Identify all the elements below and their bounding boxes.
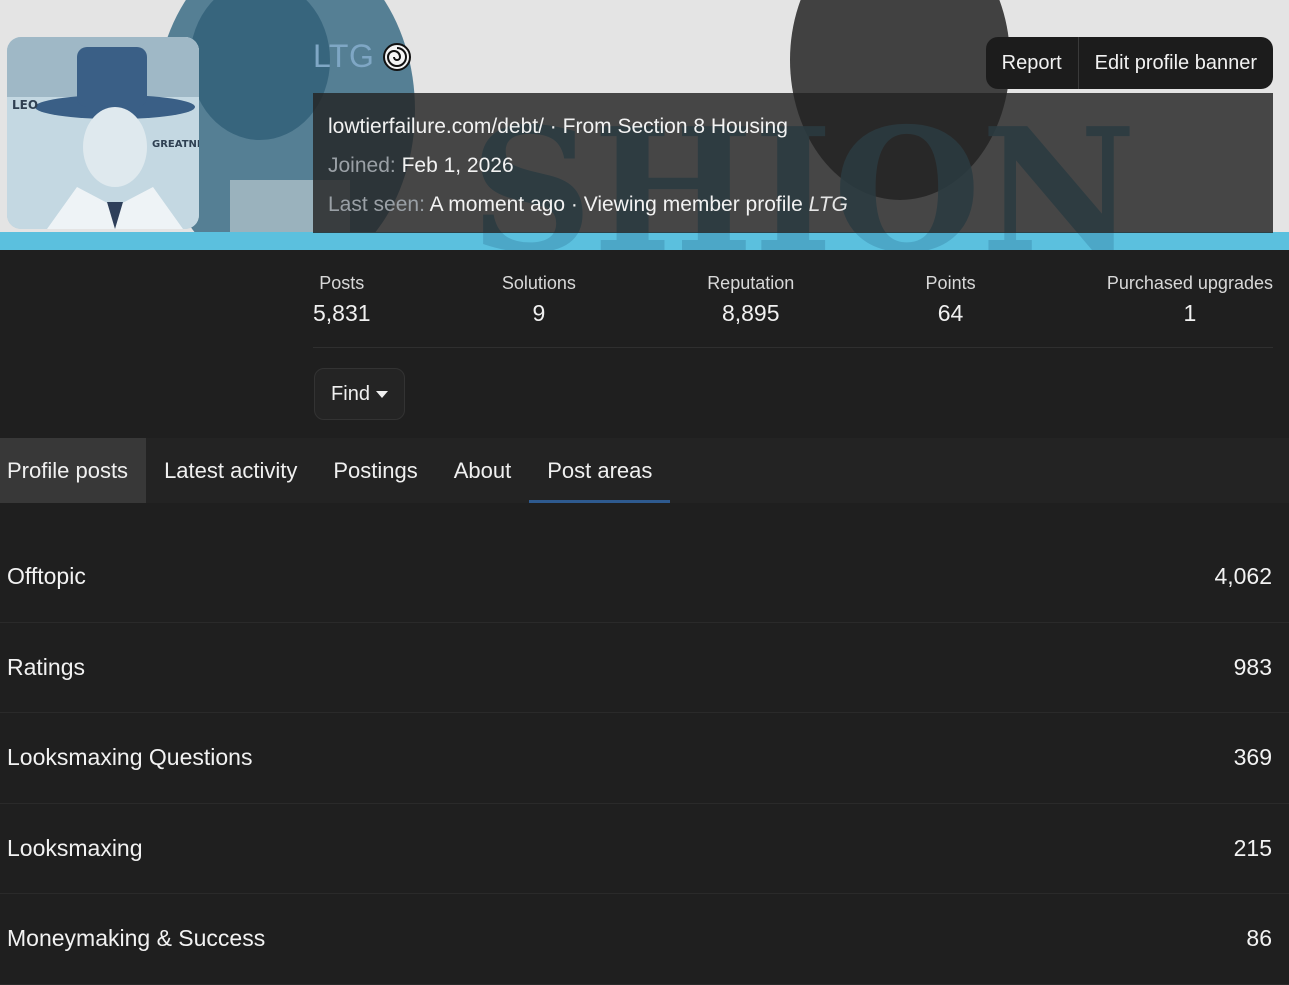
tab-about[interactable]: About [436,438,530,503]
profile-tabs: Profile posts Latest activity Postings A… [0,438,1289,503]
stat-label: Posts [319,273,365,293]
area-name: Offtopic [7,563,86,590]
banner-action-group: Report Edit profile banner [985,37,1273,89]
area-name: Moneymaking & Success [7,925,266,952]
stat-solutions[interactable]: Solutions 9 [502,262,576,347]
stat-value: 8,895 [721,300,780,326]
area-count: 86 [1246,925,1272,952]
stat-points[interactable]: Points 64 [926,262,976,347]
list-item[interactable]: Looksmaxing Questions 369 [0,713,1289,804]
tab-latest-activity[interactable]: Latest activity [146,438,315,503]
username-text: LTG [313,38,375,74]
list-item[interactable]: Looksmaxing 215 [0,804,1289,894]
stat-posts[interactable]: Posts 5,831 [313,262,371,347]
joined-line: Joined: Feb 1, 2026 [328,146,1258,185]
profile-username: LTG [313,38,412,75]
member-title-line: lowtierfailure.com/debt/ · From Section … [328,107,1258,146]
avatar-image: LEO GREATNE [7,37,199,229]
list-item[interactable]: Offtopic 4,062 [0,532,1289,623]
joined-value: Feb 1, 2026 [401,154,514,177]
stat-value: 5,831 [313,300,371,326]
separator: · [549,115,557,138]
area-name: Ratings [7,653,85,680]
area-name: Looksmaxing Questions [7,744,253,771]
find-label: Find [331,382,370,405]
svg-text:GREATNE: GREATNE [152,139,199,150]
post-areas-list: Offtopic 4,062 Ratings 983 Looksmaxing Q… [0,532,1289,985]
member-info-box: lowtierfailure.com/debt/ · From Section … [313,93,1273,233]
edit-profile-banner-button[interactable]: Edit profile banner [1077,37,1273,89]
list-item[interactable]: Moneymaking & Success 86 [0,894,1289,985]
caret-down-icon [375,390,388,398]
stat-purchased-upgrades[interactable]: Purchased upgrades 1 [1107,262,1273,347]
svg-text:LEO: LEO [12,98,38,112]
area-count: 369 [1233,744,1272,771]
avatar[interactable]: LEO GREATNE [7,37,199,229]
area-count: 983 [1233,653,1272,680]
location-prefix: From [562,115,612,138]
tab-postings[interactable]: Postings [315,438,435,503]
tab-profile-posts[interactable]: Profile posts [0,438,147,503]
stat-label: Reputation [707,273,795,293]
stat-value: 9 [532,300,546,326]
last-seen-line: Last seen: A moment ago · Viewing member… [328,185,1258,224]
stat-value: 1 [1183,300,1197,326]
stat-label: Purchased upgrades [1106,273,1273,293]
stat-label: Points [925,273,976,293]
spiral-badge-icon [383,42,412,71]
location-link[interactable]: Section 8 Housing [617,115,787,138]
area-name: Looksmaxing [7,834,143,861]
stat-value: 64 [937,300,964,326]
area-count: 215 [1233,834,1272,861]
last-seen-value: A moment ago [429,193,566,216]
tab-post-areas[interactable]: Post areas [529,438,671,503]
list-item[interactable]: Ratings 983 [0,623,1289,713]
find-dropdown-button[interactable]: Find [314,368,405,420]
activity-target-link[interactable]: LTG [809,193,848,216]
profile-banner: SHION LEO GREATNE LTG Report Edit profil… [0,0,1289,250]
stat-reputation[interactable]: Reputation 8,895 [707,262,794,347]
area-count: 4,062 [1214,563,1272,590]
activity-text: Viewing member profile [583,193,803,216]
stat-label: Solutions [501,273,576,293]
separator: · [570,193,578,216]
last-seen-label: Last seen: [328,193,425,216]
custom-title: lowtierfailure.com/debt/ [328,115,544,138]
member-stats: Posts 5,831 Solutions 9 Reputation 8,895… [313,262,1273,348]
report-button[interactable]: Report [986,37,1078,89]
joined-label: Joined: [328,154,396,177]
